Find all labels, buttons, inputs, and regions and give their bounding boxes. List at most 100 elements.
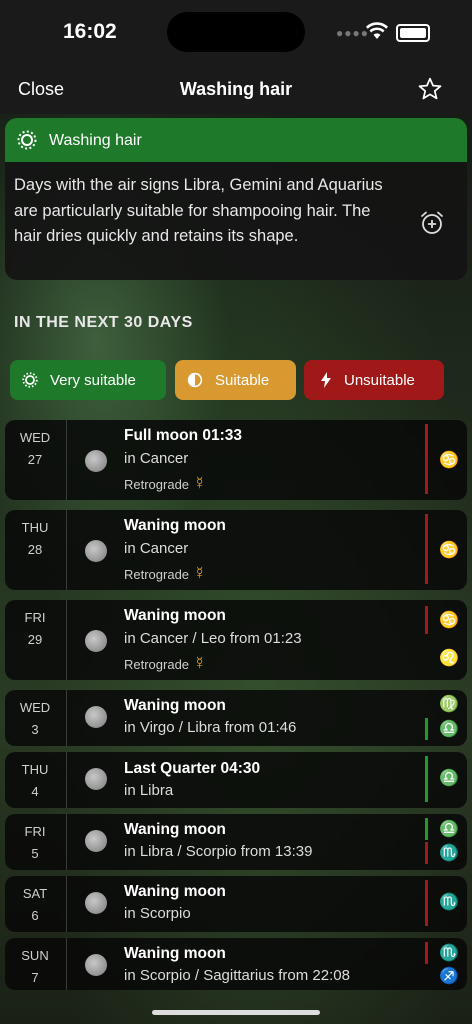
cancer-icon: ♋: [439, 542, 459, 559]
zodiac-label: in Libra / Scorpio from 13:39: [124, 843, 313, 860]
lightning-icon: [321, 372, 331, 388]
zodiac-label: in Libra: [124, 782, 174, 799]
rating-bar: [425, 942, 428, 964]
zodiac-label: in Cancer: [124, 540, 189, 557]
divider: [66, 752, 67, 808]
divider: [66, 690, 67, 746]
moon-phase-icon: [85, 540, 107, 562]
zodiac-label: in Scorpio: [124, 905, 191, 922]
moon-phase-label: Waning moon: [124, 697, 226, 714]
scorpio-icon: ♏: [439, 894, 459, 911]
legend-unsuitable[interactable]: Unsuitable: [304, 360, 444, 400]
virgo-icon: ♍: [439, 696, 459, 713]
divider: [66, 600, 67, 680]
day-date: WED 3: [19, 700, 51, 737]
day-row[interactable]: SAT 6 Waning moon in Scorpio ♏: [5, 876, 467, 932]
rating-bar: [425, 514, 428, 584]
sun-icon: [22, 372, 38, 388]
moon-phase-icon: [85, 954, 107, 976]
zodiac-label: in Cancer: [124, 450, 189, 467]
divider: [66, 876, 67, 932]
zodiac-label: in Cancer / Leo from 01:23: [124, 630, 302, 647]
legend-very-suitable-label: Very suitable: [50, 372, 136, 389]
info-card: Washing hair Days with the air signs Lib…: [5, 118, 467, 280]
day-row[interactable]: WED 3 Waning moon in Virgo / Libra from 0…: [5, 690, 467, 746]
dynamic-island: [167, 12, 305, 52]
day-row[interactable]: SUN 7 Waning moon in Scorpio / Sagittariu…: [5, 938, 467, 990]
rating-bar: [425, 424, 428, 494]
info-card-header: Washing hair: [5, 118, 467, 162]
mercury-icon: ☿: [193, 473, 207, 493]
rating-bar: [425, 818, 428, 840]
rating-bar: [425, 718, 428, 740]
rating-bar: [425, 842, 428, 864]
libra-icon: ♎: [439, 721, 459, 738]
info-card-title: Washing hair: [49, 132, 142, 149]
half-sun-icon: [187, 372, 203, 388]
day-date: THU 28: [21, 520, 49, 557]
moon-phase-icon: [85, 450, 107, 472]
moon-phase-label: Waning moon: [124, 517, 226, 534]
day-row[interactable]: FRI 5 Waning moon in Libra / Scorpio from…: [5, 814, 467, 870]
zodiac-label: in Virgo / Libra from 01:46: [124, 719, 297, 736]
day-row[interactable]: WED 27 Full moon 01:33 in Cancer Retrogra…: [5, 420, 467, 500]
divider: [66, 814, 67, 870]
day-date: FRI 5: [24, 824, 46, 861]
moon-phase-label: Full moon 01:33: [124, 427, 242, 444]
moon-phase-icon: [85, 830, 107, 852]
sun-icon: [17, 130, 37, 150]
retrograde-label: Retrograde ☿: [124, 563, 207, 583]
day-row[interactable]: FRI 29 Waning moon in Cancer / Leo from 0…: [5, 600, 467, 680]
moon-phase-icon: [85, 768, 107, 790]
favorite-star-icon[interactable]: [417, 76, 443, 102]
add-alarm-icon[interactable]: [419, 210, 445, 236]
scorpio-icon: ♏: [439, 845, 459, 862]
day-date: SUN 7: [21, 948, 49, 985]
cancer-icon: ♋: [439, 612, 459, 629]
retrograde-label: Retrograde ☿: [124, 473, 207, 493]
info-card-text: Days with the air signs Libra, Gemini an…: [14, 176, 383, 245]
day-date: THU 4: [21, 762, 49, 799]
legend-suitable[interactable]: Suitable: [175, 360, 296, 400]
status-time: 16:02: [63, 20, 117, 43]
home-indicator[interactable]: [152, 1010, 320, 1015]
day-date: SAT 6: [22, 886, 48, 923]
moon-phase-label: Waning moon: [124, 821, 226, 838]
moon-phase-icon: [85, 892, 107, 914]
day-row[interactable]: THU 4 Last Quarter 04:30 in Libra ♎: [5, 752, 467, 808]
mercury-icon: ☿: [193, 563, 207, 583]
status-bar: 16:02 ●●●●: [0, 0, 472, 64]
scorpio-icon: ♏: [439, 945, 459, 962]
page-title: Washing hair: [179, 79, 293, 99]
day-date: FRI 29: [24, 610, 46, 647]
libra-icon: ♎: [439, 770, 459, 787]
moon-phase-label: Waning moon: [124, 883, 226, 900]
day-date: WED 27: [19, 430, 51, 467]
leo-icon: ♌: [439, 650, 459, 667]
wifi-icon: [366, 22, 388, 39]
day-row[interactable]: THU 28 Waning moon in Cancer Retrograde ☿ …: [5, 510, 467, 590]
divider: [66, 938, 67, 990]
moon-phase-icon: [85, 630, 107, 652]
zodiac-label: in Scorpio / Sagittarius from 22:08: [124, 967, 350, 984]
cancer-icon: ♋: [439, 452, 459, 469]
rating-bar: [425, 606, 428, 634]
rating-bar: [425, 756, 428, 802]
moon-phase-label: Waning moon: [124, 945, 226, 962]
moon-phase-icon: [85, 706, 107, 728]
moon-phase-label: Last Quarter 04:30: [124, 760, 261, 777]
libra-icon: ♎: [439, 821, 459, 838]
moon-phase-label: Waning moon: [124, 607, 226, 624]
divider: [66, 420, 67, 500]
rating-bar: [425, 880, 428, 926]
section-title: IN THE NEXT 30 DAYS: [14, 314, 193, 331]
mercury-icon: ☿: [193, 653, 207, 673]
legend-suitable-label: Suitable: [215, 372, 270, 389]
legend-very-suitable[interactable]: Very suitable: [10, 360, 166, 400]
sagittarius-icon: ♐: [439, 968, 459, 985]
navigation-bar: Close Washing hair: [0, 64, 472, 114]
legend-unsuitable-label: Unsuitable: [344, 372, 415, 389]
divider: [66, 510, 67, 590]
retrograde-label: Retrograde ☿: [124, 653, 207, 673]
battery-icon: [396, 24, 430, 42]
